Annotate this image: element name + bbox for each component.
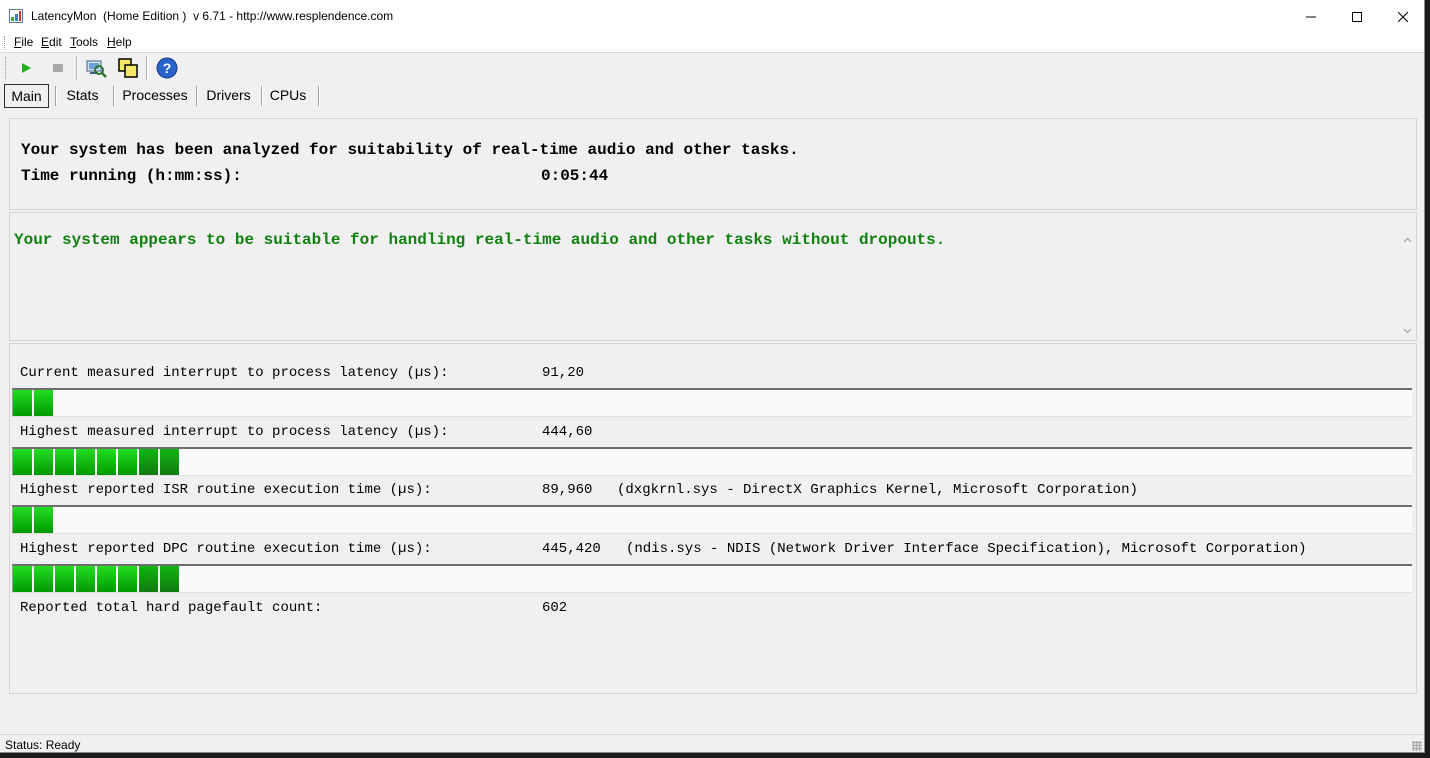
metrics-panel: Current measured interrupt to process la… (9, 343, 1417, 694)
analyze-icon (86, 60, 107, 78)
bar-segment (97, 566, 116, 592)
svg-text:?: ? (163, 60, 172, 76)
window-title: LatencyMon (Home Edition ) v 6.71 - http… (31, 9, 394, 23)
status-bar: Status: Ready (0, 734, 1424, 752)
bar-segment (13, 566, 32, 592)
menu-file[interactable]: File (14, 35, 33, 49)
toolbar-separator (146, 56, 148, 80)
bar-segment (13, 507, 32, 533)
maximize-button[interactable] (1334, 0, 1380, 33)
chevron-down-icon (1403, 328, 1411, 334)
windows-icon (118, 58, 138, 78)
analysis-summary-text: Your system has been analyzed for suitab… (21, 141, 799, 159)
tab-separator (196, 86, 198, 106)
tab-separator (318, 86, 320, 106)
menu-tools[interactable]: Tools (70, 35, 98, 49)
menu-bar: File Edit Tools Help (0, 33, 1424, 53)
isr-time-bar-fill (13, 507, 55, 533)
highest-latency-value: 444,60 (542, 424, 593, 440)
close-button[interactable] (1380, 0, 1424, 33)
highest-latency-bar (12, 447, 1412, 476)
chevron-up-icon (1403, 237, 1411, 243)
bar-segment (97, 449, 116, 475)
bar-segment (34, 507, 53, 533)
minimize-icon (1306, 16, 1316, 17)
title-bar[interactable]: LatencyMon (Home Edition ) v 6.71 - http… (0, 0, 1424, 33)
dpc-time-value: 445,420 (542, 541, 601, 557)
toolbar-grip (5, 57, 8, 79)
bar-segment (55, 566, 74, 592)
tab-cpus[interactable]: CPUs (266, 84, 310, 106)
menu-grip (4, 36, 7, 50)
close-icon (1398, 11, 1408, 22)
stop-icon (53, 64, 63, 72)
current-latency-bar-fill (13, 390, 55, 416)
highest-latency-label: Highest measured interrupt to process la… (20, 424, 449, 440)
bar-segment (160, 566, 179, 592)
tab-separator (113, 86, 115, 106)
bar-segment (118, 566, 137, 592)
tab-separator (261, 86, 263, 106)
toolbar-separator (76, 56, 78, 80)
minimize-button[interactable] (1288, 0, 1334, 33)
verdict-text: Your system appears to be suitable for h… (14, 231, 946, 249)
play-icon (22, 63, 31, 73)
bar-segment (13, 390, 32, 416)
tab-processes[interactable]: Processes (118, 84, 192, 106)
windows-button[interactable] (116, 56, 140, 80)
summary-panel: Your system has been analyzed for suitab… (9, 118, 1417, 210)
bar-segment (139, 449, 158, 475)
analyze-button[interactable] (84, 56, 108, 80)
bar-segment (139, 566, 158, 592)
resize-grip[interactable] (1412, 741, 1422, 751)
status-text: Status: Ready (5, 738, 81, 752)
current-latency-label: Current measured interrupt to process la… (20, 365, 449, 381)
bar-segment (34, 449, 53, 475)
current-latency-value: 91,20 (542, 365, 585, 381)
isr-time-value: 89,960 (542, 482, 593, 498)
isr-driver-info: (dxgkrnl.sys - DirectX Graphics Kernel, … (617, 482, 1138, 498)
start-button[interactable] (14, 56, 38, 80)
pagefault-count-value: 602 (542, 600, 568, 616)
dpc-driver-info: (ndis.sys - NDIS (Network Driver Interfa… (626, 541, 1307, 557)
bar-segment (34, 390, 53, 416)
dpc-time-bar-fill (13, 566, 181, 592)
bar-segment (34, 566, 53, 592)
stop-button[interactable] (46, 56, 70, 80)
bar-segment (118, 449, 137, 475)
menu-help[interactable]: Help (107, 35, 132, 49)
isr-time-label: Highest reported ISR routine execution t… (20, 482, 432, 498)
tab-bar: Main Stats Processes Drivers CPUs (0, 82, 1424, 109)
toolbar: ? (0, 53, 1424, 82)
current-latency-bar (12, 388, 1412, 417)
highest-latency-bar-fill (13, 449, 181, 475)
dpc-time-label: Highest reported DPC routine execution t… (20, 541, 432, 557)
scroll-up-button[interactable] (1400, 233, 1414, 247)
app-window: LatencyMon (Home Edition ) v 6.71 - http… (0, 0, 1425, 753)
bar-segment (160, 449, 179, 475)
tab-separator (55, 86, 57, 106)
tab-main[interactable]: Main (4, 84, 49, 108)
tab-stats[interactable]: Stats (60, 84, 105, 106)
time-running-label: Time running (h:mm:ss): (21, 167, 242, 185)
latencymon-app-icon (9, 9, 23, 23)
time-running-value: 0:05:44 (541, 167, 609, 185)
pagefault-count-label: Reported total hard pagefault count: (20, 600, 323, 616)
tab-drivers[interactable]: Drivers (201, 84, 256, 106)
bar-segment (76, 566, 95, 592)
dpc-time-bar (12, 564, 1412, 593)
menu-edit[interactable]: Edit (41, 35, 62, 49)
bar-segment (55, 449, 74, 475)
verdict-panel: Your system appears to be suitable for h… (9, 212, 1417, 341)
isr-time-bar (12, 505, 1412, 534)
maximize-icon (1352, 11, 1362, 22)
bar-segment (13, 449, 32, 475)
scroll-down-button[interactable] (1400, 324, 1414, 338)
help-icon: ? (156, 57, 178, 79)
bar-segment (76, 449, 95, 475)
help-button[interactable]: ? (155, 56, 179, 80)
